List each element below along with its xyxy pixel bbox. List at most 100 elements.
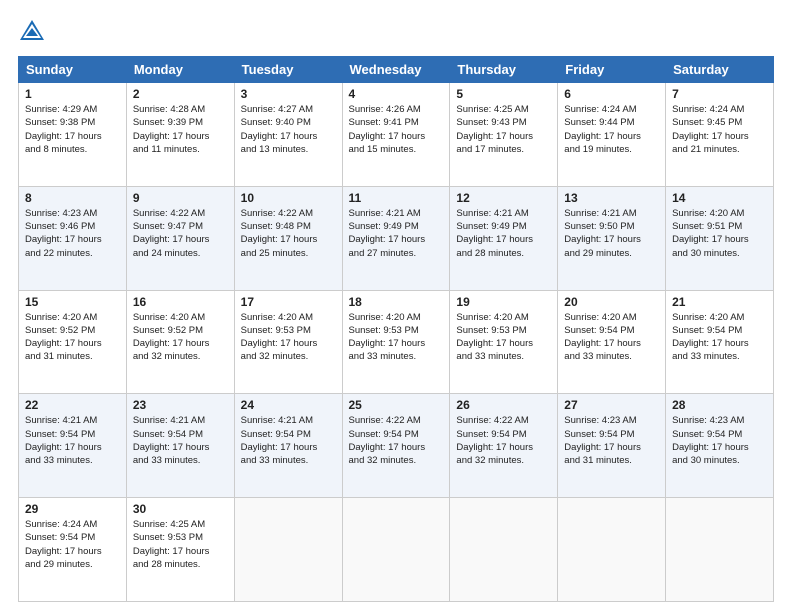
cell-line: and 25 minutes.	[241, 247, 336, 260]
cell-content: Sunrise: 4:20 AMSunset: 9:54 PMDaylight:…	[672, 311, 767, 364]
cell-line: Sunset: 9:47 PM	[133, 220, 228, 233]
cell-line: and 21 minutes.	[672, 143, 767, 156]
cell-content: Sunrise: 4:21 AMSunset: 9:49 PMDaylight:…	[456, 207, 551, 260]
calendar-cell: 30Sunrise: 4:25 AMSunset: 9:53 PMDayligh…	[126, 498, 234, 602]
cell-line: Sunset: 9:41 PM	[349, 116, 444, 129]
col-header-saturday: Saturday	[666, 57, 774, 83]
day-number: 14	[672, 191, 767, 205]
logo	[18, 18, 50, 46]
cell-line: Daylight: 17 hours	[349, 130, 444, 143]
calendar-cell	[666, 498, 774, 602]
day-number: 20	[564, 295, 659, 309]
cell-line: Sunrise: 4:25 AM	[456, 103, 551, 116]
cell-line: Sunset: 9:38 PM	[25, 116, 120, 129]
calendar-cell: 10Sunrise: 4:22 AMSunset: 9:48 PMDayligh…	[234, 186, 342, 290]
cell-line: and 31 minutes.	[564, 454, 659, 467]
day-number: 2	[133, 87, 228, 101]
calendar-cell: 6Sunrise: 4:24 AMSunset: 9:44 PMDaylight…	[558, 83, 666, 187]
day-number: 5	[456, 87, 551, 101]
cell-line: Sunrise: 4:21 AM	[564, 207, 659, 220]
cell-line: Sunrise: 4:21 AM	[241, 414, 336, 427]
cell-content: Sunrise: 4:21 AMSunset: 9:54 PMDaylight:…	[241, 414, 336, 467]
cell-line: Sunrise: 4:20 AM	[672, 311, 767, 324]
cell-line: and 29 minutes.	[25, 558, 120, 571]
col-header-tuesday: Tuesday	[234, 57, 342, 83]
cell-content: Sunrise: 4:25 AMSunset: 9:53 PMDaylight:…	[133, 518, 228, 571]
calendar-row: 15Sunrise: 4:20 AMSunset: 9:52 PMDayligh…	[19, 290, 774, 394]
calendar-cell: 11Sunrise: 4:21 AMSunset: 9:49 PMDayligh…	[342, 186, 450, 290]
cell-line: Sunrise: 4:27 AM	[241, 103, 336, 116]
cell-line: Daylight: 17 hours	[133, 545, 228, 558]
calendar-cell: 29Sunrise: 4:24 AMSunset: 9:54 PMDayligh…	[19, 498, 127, 602]
cell-line: Sunset: 9:46 PM	[25, 220, 120, 233]
cell-line: Daylight: 17 hours	[456, 337, 551, 350]
cell-line: and 28 minutes.	[456, 247, 551, 260]
calendar-cell: 25Sunrise: 4:22 AMSunset: 9:54 PMDayligh…	[342, 394, 450, 498]
cell-line: Sunset: 9:40 PM	[241, 116, 336, 129]
day-number: 24	[241, 398, 336, 412]
cell-line: Daylight: 17 hours	[672, 130, 767, 143]
cell-line: Sunrise: 4:24 AM	[564, 103, 659, 116]
cell-line: Sunrise: 4:20 AM	[672, 207, 767, 220]
cell-line: and 22 minutes.	[25, 247, 120, 260]
cell-line: Sunrise: 4:20 AM	[241, 311, 336, 324]
cell-line: Daylight: 17 hours	[564, 233, 659, 246]
day-number: 15	[25, 295, 120, 309]
calendar-cell: 17Sunrise: 4:20 AMSunset: 9:53 PMDayligh…	[234, 290, 342, 394]
cell-line: Daylight: 17 hours	[564, 337, 659, 350]
cell-line: Sunrise: 4:21 AM	[25, 414, 120, 427]
cell-line: and 33 minutes.	[672, 350, 767, 363]
day-number: 29	[25, 502, 120, 516]
calendar-cell: 22Sunrise: 4:21 AMSunset: 9:54 PMDayligh…	[19, 394, 127, 498]
cell-line: Daylight: 17 hours	[241, 337, 336, 350]
cell-line: Sunrise: 4:21 AM	[133, 414, 228, 427]
cell-line: Daylight: 17 hours	[564, 441, 659, 454]
calendar-cell: 21Sunrise: 4:20 AMSunset: 9:54 PMDayligh…	[666, 290, 774, 394]
cell-line: and 32 minutes.	[456, 454, 551, 467]
calendar-cell: 3 Sunrise: 4:27 AMSunset: 9:40 PMDaylight…	[234, 83, 342, 187]
cell-line: Daylight: 17 hours	[672, 233, 767, 246]
cell-line: Sunrise: 4:22 AM	[456, 414, 551, 427]
cell-content: Sunrise: 4:22 AMSunset: 9:54 PMDaylight:…	[456, 414, 551, 467]
cell-line: Sunrise: 4:20 AM	[25, 311, 120, 324]
cell-content: Sunrise: 4:23 AMSunset: 9:54 PMDaylight:…	[672, 414, 767, 467]
calendar-cell: 14Sunrise: 4:20 AMSunset: 9:51 PMDayligh…	[666, 186, 774, 290]
cell-line: and 30 minutes.	[672, 454, 767, 467]
cell-content: Sunrise: 4:22 AMSunset: 9:54 PMDaylight:…	[349, 414, 444, 467]
cell-content: Sunrise: 4:22 AMSunset: 9:48 PMDaylight:…	[241, 207, 336, 260]
cell-content: Sunrise: 4:29 AMSunset: 9:38 PMDaylight:…	[25, 103, 120, 156]
cell-content: Sunrise: 4:20 AMSunset: 9:52 PMDaylight:…	[25, 311, 120, 364]
cell-line: and 32 minutes.	[349, 454, 444, 467]
cell-line: Sunset: 9:54 PM	[349, 428, 444, 441]
calendar-row: 22Sunrise: 4:21 AMSunset: 9:54 PMDayligh…	[19, 394, 774, 498]
calendar-cell: 18Sunrise: 4:20 AMSunset: 9:53 PMDayligh…	[342, 290, 450, 394]
cell-line: Sunrise: 4:21 AM	[456, 207, 551, 220]
cell-line: Sunset: 9:54 PM	[456, 428, 551, 441]
calendar-cell: 19Sunrise: 4:20 AMSunset: 9:53 PMDayligh…	[450, 290, 558, 394]
cell-line: Sunset: 9:52 PM	[133, 324, 228, 337]
calendar-cell: 26Sunrise: 4:22 AMSunset: 9:54 PMDayligh…	[450, 394, 558, 498]
cell-content: Sunrise: 4:27 AMSunset: 9:40 PMDaylight:…	[241, 103, 336, 156]
cell-line: Daylight: 17 hours	[25, 441, 120, 454]
cell-line: Sunrise: 4:23 AM	[564, 414, 659, 427]
cell-line: Sunset: 9:49 PM	[456, 220, 551, 233]
cell-line: Sunset: 9:44 PM	[564, 116, 659, 129]
cell-line: Daylight: 17 hours	[564, 130, 659, 143]
calendar-cell: 15 Sunrise: 4:20 AMSunset: 9:52 PMDayligh…	[19, 290, 127, 394]
cell-line: Sunrise: 4:26 AM	[349, 103, 444, 116]
cell-content: Sunrise: 4:21 AMSunset: 9:54 PMDaylight:…	[25, 414, 120, 467]
cell-content: Sunrise: 4:20 AMSunset: 9:53 PMDaylight:…	[349, 311, 444, 364]
logo-icon	[18, 18, 46, 46]
cell-line: Sunset: 9:53 PM	[241, 324, 336, 337]
cell-line: Sunset: 9:48 PM	[241, 220, 336, 233]
calendar-cell	[342, 498, 450, 602]
cell-line: Sunset: 9:54 PM	[564, 324, 659, 337]
day-number: 19	[456, 295, 551, 309]
day-number: 8	[25, 191, 120, 205]
cell-line: Sunrise: 4:20 AM	[133, 311, 228, 324]
day-number: 3	[241, 87, 336, 101]
cell-line: and 17 minutes.	[456, 143, 551, 156]
day-number: 4	[349, 87, 444, 101]
cell-line: Daylight: 17 hours	[25, 233, 120, 246]
cell-line: and 15 minutes.	[349, 143, 444, 156]
